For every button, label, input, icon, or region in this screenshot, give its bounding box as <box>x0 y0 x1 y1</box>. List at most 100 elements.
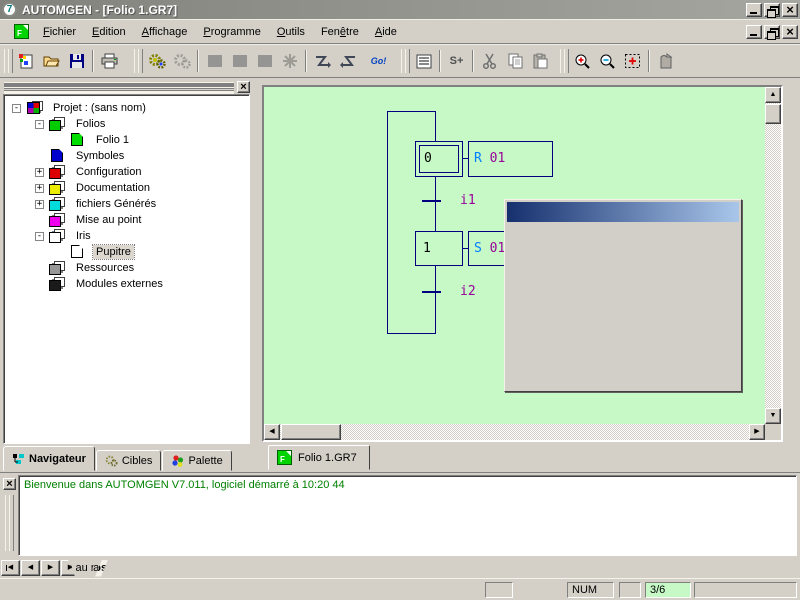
toolbar-gripper[interactable] <box>401 49 408 73</box>
tree-expander[interactable]: - <box>35 232 44 241</box>
restore-button[interactable] <box>764 3 780 17</box>
panel-gripper[interactable] <box>4 82 234 91</box>
menu-edition[interactable]: Edition <box>84 23 134 41</box>
mdi-minimize-button[interactable] <box>746 25 762 39</box>
close-button[interactable] <box>782 3 798 17</box>
tree-item-iris[interactable]: - Iris <box>35 228 94 244</box>
zoom-selection-icon <box>624 53 641 69</box>
freeze-button-disabled[interactable] <box>277 48 302 74</box>
stop-mode-button-disabled[interactable] <box>227 48 252 74</box>
tree-expander[interactable]: + <box>35 184 44 193</box>
next-tab-button[interactable]: ▶ <box>41 560 60 576</box>
output-message-area[interactable]: Bienvenue dans AUTOMGEN V7.011, logiciel… <box>18 475 797 556</box>
horizontal-scroll-thumb[interactable] <box>281 424 341 440</box>
mdi-restore-button[interactable] <box>764 25 780 39</box>
compile-button[interactable] <box>144 48 169 74</box>
tree-item-configuration[interactable]: + Configuration <box>35 164 144 180</box>
symbol-list-button[interactable] <box>411 48 436 74</box>
toolbar-separator <box>472 50 474 72</box>
scroll-right-button[interactable]: ▶ <box>749 424 765 440</box>
tree-item-fichiers-generes[interactable]: + fichiers Générés <box>35 196 159 212</box>
tree-expander[interactable]: - <box>35 120 44 129</box>
copy-button[interactable] <box>502 48 527 74</box>
tab-cibles[interactable]: Cibles <box>96 450 162 471</box>
tree-item-folio1[interactable]: Folio 1 <box>69 132 132 148</box>
prev-tab-button[interactable]: ◀ <box>21 560 40 576</box>
open-folder-button[interactable] <box>39 48 64 74</box>
print-button[interactable] <box>97 48 122 74</box>
grafcet-canvas[interactable]: 0 R 01 i1 1 S 01 i2 <box>264 87 765 424</box>
menu-fichier[interactable]: Fichier <box>35 23 84 41</box>
minimize-icon <box>747 4 761 16</box>
toolbar-gripper[interactable] <box>4 49 11 73</box>
scrollbar-corner <box>765 424 781 440</box>
menu-fenetre[interactable]: Fenêtre <box>313 23 367 41</box>
output-close-button[interactable] <box>3 478 16 490</box>
tree-item-ressources[interactable]: Ressources <box>49 260 137 276</box>
output-gripper[interactable] <box>5 495 12 551</box>
toolbar-gripper[interactable] <box>560 49 567 73</box>
go-button[interactable]: Go! <box>366 48 391 74</box>
vertical-scroll-thumb[interactable] <box>765 104 781 124</box>
run-mode-button-disabled[interactable] <box>202 48 227 74</box>
zoom-selection-button[interactable] <box>620 48 645 74</box>
paste-icon <box>532 53 548 69</box>
menu-outils[interactable]: Outils <box>269 23 313 41</box>
minimize-button[interactable] <box>746 3 762 17</box>
scroll-down-button[interactable]: ▼ <box>765 408 781 424</box>
tree-item-pupitre[interactable]: Pupitre <box>69 244 134 260</box>
zoom-out-button[interactable] <box>595 48 620 74</box>
pause-mode-button-disabled[interactable] <box>252 48 277 74</box>
app-logo-icon: 7 <box>2 2 17 17</box>
add-symbol-button[interactable]: S+ <box>444 48 469 74</box>
document-system-menu-icon[interactable] <box>14 24 29 39</box>
scroll-left-button[interactable]: ◀ <box>264 424 280 440</box>
tree-item-documentation[interactable]: + Documentation <box>35 180 153 196</box>
tree-item-mise-au-point[interactable]: Mise au point <box>49 212 144 228</box>
scroll-up-button[interactable]: ▲ <box>765 87 781 103</box>
grafcet-step-1[interactable]: 1 <box>415 231 463 266</box>
s-plus-icon: S+ <box>450 55 464 67</box>
popup-title-bar[interactable] <box>507 202 739 222</box>
paste-button[interactable] <box>527 48 552 74</box>
grafcet-step-0[interactable]: 0 <box>415 141 463 177</box>
tree-expander[interactable]: + <box>35 200 44 209</box>
tree-item-modules-externes[interactable]: Modules externes <box>49 276 166 292</box>
step-run-button[interactable] <box>310 48 335 74</box>
tab-navigateur[interactable]: Navigateur <box>3 446 95 471</box>
mdi-close-button[interactable] <box>782 25 798 39</box>
tree-item-symboles[interactable]: Symboles <box>49 148 127 164</box>
grafcet-transition-1[interactable] <box>422 200 441 202</box>
menu-aide[interactable]: Aide <box>367 23 405 41</box>
action-letter: S <box>474 241 482 256</box>
grafcet-transition-2[interactable] <box>422 291 441 293</box>
compile-all-button-disabled[interactable] <box>169 48 194 74</box>
tree-item-folios[interactable]: - Folios <box>35 116 108 132</box>
new-file-icon <box>18 53 35 69</box>
print-icon <box>101 53 118 69</box>
panel-close-button[interactable] <box>237 81 250 93</box>
tab-palette[interactable]: Palette <box>162 450 231 471</box>
grafcet-action-R01[interactable]: R 01 <box>468 141 553 177</box>
first-tab-button[interactable]: ◀ <box>1 560 20 576</box>
page-preview-button[interactable] <box>653 48 678 74</box>
go-icon: Go! <box>371 56 387 66</box>
step-run-alt-button[interactable] <box>335 48 360 74</box>
title-bar[interactable]: 7 AUTOMGEN - [Folio 1.GR7] <box>0 0 800 19</box>
menu-programme[interactable]: Programme <box>195 23 268 41</box>
document-tab-bar: Folio 1.GR7 <box>262 442 798 472</box>
tree-expander[interactable]: + <box>35 168 44 177</box>
new-file-button[interactable] <box>14 48 39 74</box>
horizontal-scrollbar[interactable]: ◀ ▶ <box>264 424 765 440</box>
save-button[interactable] <box>64 48 89 74</box>
zoom-in-button[interactable] <box>570 48 595 74</box>
menu-affichage[interactable]: Affichage <box>134 23 196 41</box>
popup-window[interactable] <box>504 199 742 392</box>
tree-expander[interactable]: - <box>12 104 21 113</box>
cut-button[interactable] <box>477 48 502 74</box>
tree-item-projet[interactable]: - Projet : (sans nom) <box>12 100 149 116</box>
vertical-scrollbar[interactable]: ▲ ▼ <box>765 87 781 424</box>
tab-folio1-gr7[interactable]: Folio 1.GR7 <box>268 445 370 470</box>
toolbar-gripper[interactable] <box>134 49 141 73</box>
page-icon <box>69 133 87 147</box>
